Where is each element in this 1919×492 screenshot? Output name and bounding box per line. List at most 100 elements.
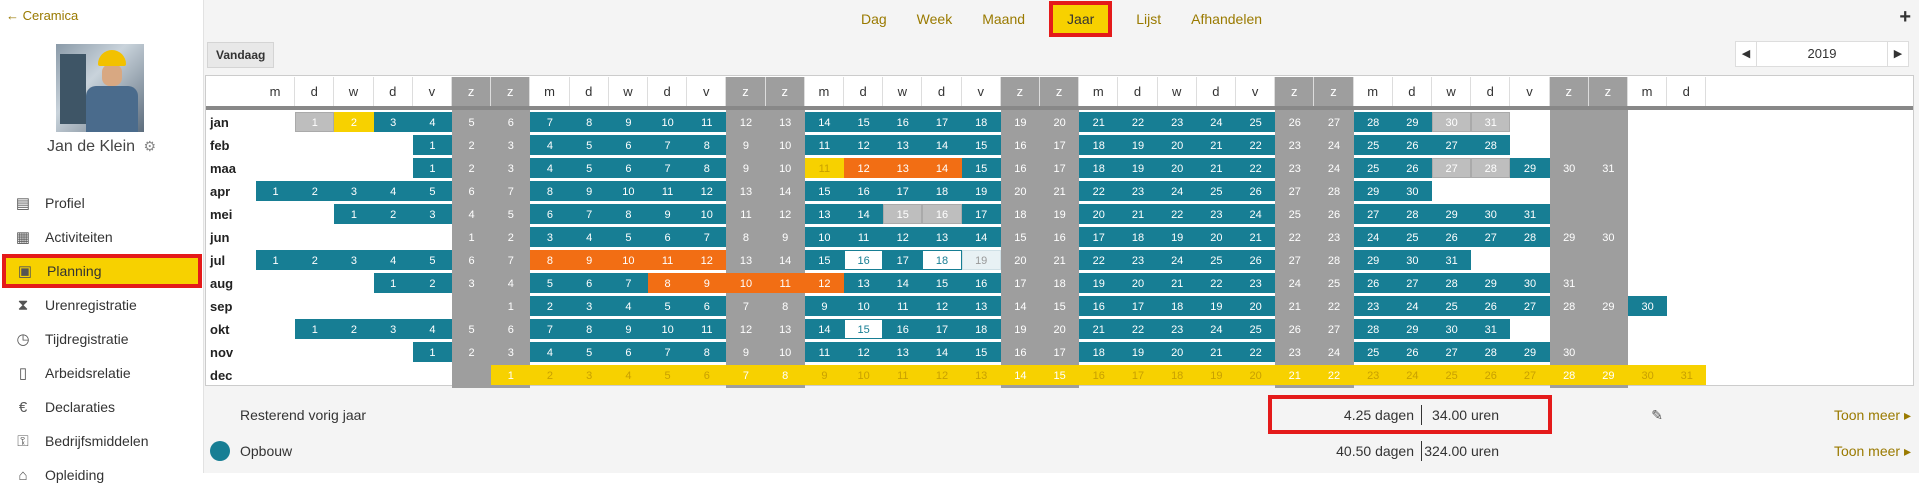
calendar-day-cell[interactable]: 29 xyxy=(1510,342,1550,362)
calendar-day-cell[interactable]: 18 xyxy=(961,112,1001,132)
calendar-day-cell[interactable]: 26 xyxy=(1236,250,1276,270)
calendar-day-cell[interactable]: 20 xyxy=(1196,227,1236,247)
calendar-day-cell[interactable]: 2 xyxy=(452,158,492,178)
calendar-day-cell[interactable]: 9 xyxy=(765,227,805,247)
calendar-day-cell[interactable]: 19 xyxy=(1040,204,1080,224)
calendar-day-cell[interactable]: 22 xyxy=(1118,112,1158,132)
calendar-day-cell[interactable]: 24 xyxy=(1275,273,1315,293)
calendar-day-cell[interactable]: 28 xyxy=(1549,296,1589,316)
calendar-day-cell[interactable]: 27 xyxy=(1432,342,1472,362)
calendar-day-cell[interactable]: 10 xyxy=(608,250,648,270)
calendar-day-cell[interactable]: 14 xyxy=(961,227,1001,247)
tab-maand[interactable]: Maand xyxy=(976,7,1031,31)
calendar-day-cell[interactable]: 21 xyxy=(1118,204,1158,224)
calendar-day-cell[interactable]: 1 xyxy=(412,158,452,178)
calendar-day-cell[interactable]: 18 xyxy=(1079,158,1119,178)
calendar-day-cell[interactable]: 28 xyxy=(1471,158,1511,178)
calendar-day-cell[interactable]: 23 xyxy=(1236,273,1276,293)
sidebar-item-planning[interactable]: ▣ Planning xyxy=(2,254,202,288)
calendar-day-cell[interactable]: 20 xyxy=(1157,158,1197,178)
sidebar-item-opleiding[interactable]: ⌂ Opleiding xyxy=(0,458,203,492)
calendar-day-cell[interactable]: 18 xyxy=(922,250,962,270)
calendar-day-cell[interactable]: 1 xyxy=(295,112,335,132)
calendar-day-cell[interactable]: 10 xyxy=(687,204,727,224)
calendar-day-cell[interactable]: 3 xyxy=(373,112,413,132)
calendar-day-cell[interactable]: 27 xyxy=(1471,227,1511,247)
calendar-day-cell[interactable]: 30 xyxy=(1471,204,1511,224)
calendar-day-cell[interactable]: 31 xyxy=(1471,319,1511,339)
calendar-day-cell[interactable]: 26 xyxy=(1392,135,1432,155)
calendar-day-cell[interactable]: 17 xyxy=(883,250,923,270)
calendar-day-cell[interactable]: 25 xyxy=(1196,181,1236,201)
calendar-day-cell[interactable]: 14 xyxy=(883,273,923,293)
calendar-day-cell[interactable]: 7 xyxy=(726,296,766,316)
calendar-day-cell[interactable]: 6 xyxy=(608,158,648,178)
calendar-day-cell[interactable]: 27 xyxy=(1510,365,1550,385)
calendar-day-cell[interactable]: 8 xyxy=(687,342,727,362)
calendar-day-cell[interactable]: 15 xyxy=(1040,296,1080,316)
calendar-day-cell[interactable]: 24 xyxy=(1157,250,1197,270)
calendar-day-cell[interactable]: 20 xyxy=(1236,365,1276,385)
calendar-day-cell[interactable]: 19 xyxy=(1118,135,1158,155)
calendar-day-cell[interactable]: 8 xyxy=(765,365,805,385)
calendar-day-cell[interactable]: 4 xyxy=(373,181,413,201)
calendar-day-cell[interactable]: 20 xyxy=(1236,296,1276,316)
calendar-day-cell[interactable]: 5 xyxy=(569,135,609,155)
calendar-day-cell[interactable]: 1 xyxy=(256,250,296,270)
calendar-day-cell[interactable]: 12 xyxy=(922,296,962,316)
calendar-day-cell[interactable]: 24 xyxy=(1353,227,1393,247)
calendar-day-cell[interactable]: 10 xyxy=(844,296,884,316)
calendar-day-cell[interactable]: 15 xyxy=(961,135,1001,155)
calendar-day-cell[interactable]: 14 xyxy=(1000,296,1040,316)
calendar-day-cell[interactable]: 30 xyxy=(1628,296,1668,316)
calendar-day-cell[interactable]: 4 xyxy=(412,319,452,339)
calendar-day-cell[interactable]: 5 xyxy=(412,181,452,201)
calendar-day-cell[interactable]: 4 xyxy=(608,296,648,316)
calendar-day-cell[interactable]: 22 xyxy=(1079,250,1119,270)
calendar-day-cell[interactable]: 28 xyxy=(1471,342,1511,362)
next-year-icon[interactable]: ▶ xyxy=(1888,42,1908,66)
calendar-day-cell[interactable]: 21 xyxy=(1236,227,1276,247)
calendar-day-cell[interactable]: 28 xyxy=(1471,135,1511,155)
calendar-day-cell[interactable]: 8 xyxy=(530,181,570,201)
calendar-day-cell[interactable]: 17 xyxy=(1118,365,1158,385)
calendar-day-cell[interactable]: 17 xyxy=(922,319,962,339)
calendar-day-cell[interactable]: 10 xyxy=(765,342,805,362)
calendar-day-cell[interactable]: 26 xyxy=(1471,365,1511,385)
calendar-day-cell[interactable]: 23 xyxy=(1196,204,1236,224)
calendar-day-cell[interactable]: 30 xyxy=(1510,273,1550,293)
calendar-day-cell[interactable]: 7 xyxy=(687,227,727,247)
calendar-day-cell[interactable]: 17 xyxy=(1000,273,1040,293)
calendar-day-cell[interactable]: 10 xyxy=(804,227,844,247)
calendar-day-cell[interactable]: 19 xyxy=(1000,319,1040,339)
today-button[interactable]: Vandaag xyxy=(207,42,275,68)
calendar-day-cell[interactable]: 4 xyxy=(491,273,531,293)
calendar-day-cell[interactable]: 12 xyxy=(687,250,727,270)
calendar-day-cell[interactable]: 3 xyxy=(530,227,570,247)
calendar-day-cell[interactable]: 3 xyxy=(373,319,413,339)
calendar-day-cell[interactable]: 30 xyxy=(1588,227,1628,247)
calendar-day-cell[interactable]: 18 xyxy=(1040,273,1080,293)
calendar-day-cell[interactable]: 2 xyxy=(452,135,492,155)
calendar-day-cell[interactable]: 14 xyxy=(765,181,805,201)
calendar-day-cell[interactable]: 5 xyxy=(648,365,688,385)
calendar-day-cell[interactable]: 21 xyxy=(1040,181,1080,201)
sidebar-item-activiteiten[interactable]: ▦ Activiteiten xyxy=(0,220,203,254)
calendar-day-cell[interactable]: 18 xyxy=(1118,227,1158,247)
calendar-day-cell[interactable]: 9 xyxy=(726,135,766,155)
calendar-day-cell[interactable]: 12 xyxy=(765,204,805,224)
calendar-day-cell[interactable]: 2 xyxy=(334,112,374,132)
calendar-day-cell[interactable]: 6 xyxy=(687,296,727,316)
calendar-day-cell[interactable]: 23 xyxy=(1118,250,1158,270)
calendar-day-cell[interactable]: 5 xyxy=(569,158,609,178)
calendar-day-cell[interactable]: 30 xyxy=(1549,158,1589,178)
calendar-day-cell[interactable]: 9 xyxy=(608,112,648,132)
calendar-day-cell[interactable]: 6 xyxy=(491,112,531,132)
calendar-day-cell[interactable]: 23 xyxy=(1353,365,1393,385)
tab-dag[interactable]: Dag xyxy=(855,7,893,31)
calendar-day-cell[interactable]: 30 xyxy=(1549,342,1589,362)
calendar-day-cell[interactable]: 26 xyxy=(1432,227,1472,247)
calendar-day-cell[interactable]: 24 xyxy=(1236,204,1276,224)
calendar-day-cell[interactable]: 26 xyxy=(1392,342,1432,362)
calendar-day-cell[interactable]: 15 xyxy=(961,158,1001,178)
